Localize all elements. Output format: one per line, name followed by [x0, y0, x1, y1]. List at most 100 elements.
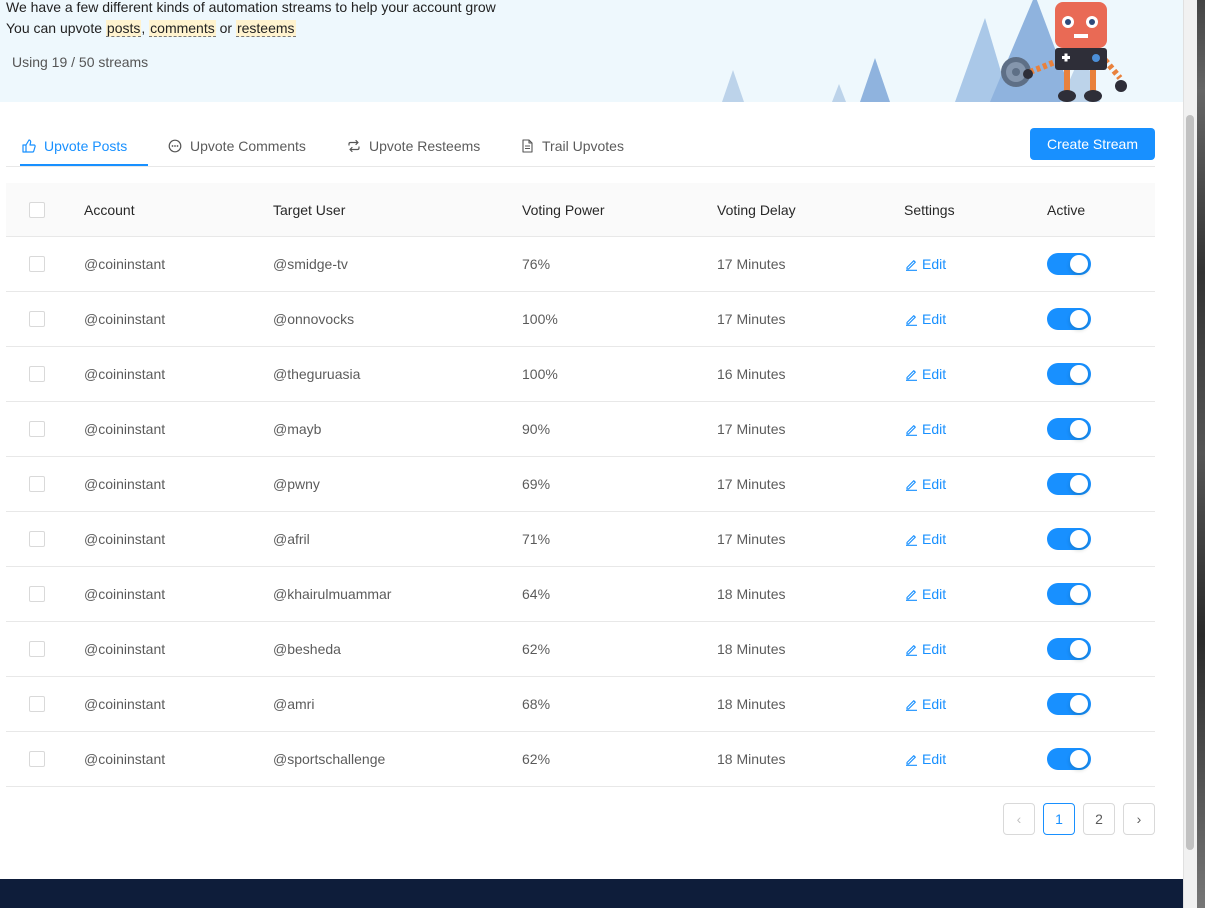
column-header-settings: Settings — [904, 202, 955, 218]
active-tab-indicator — [20, 164, 148, 166]
robot-illustration — [722, 0, 1127, 102]
cell-account: @coininstant — [84, 531, 166, 547]
cell-account: @coininstant — [84, 366, 166, 382]
tab-upvote-resteems[interactable]: Upvote Resteems — [347, 124, 480, 167]
edit-icon — [906, 754, 917, 766]
cell-account: @coininstant — [84, 696, 166, 712]
edit-icon — [906, 314, 917, 326]
table-row: @coininstant @mayb 90% 17 Minutes Edit — [6, 402, 1155, 457]
pagination-page-1[interactable]: 1 — [1043, 803, 1075, 835]
active-toggle[interactable] — [1047, 638, 1091, 660]
banner-description: We have a few different kinds of automat… — [6, 0, 496, 15]
row-checkbox[interactable] — [29, 311, 45, 327]
table-header: Account Target User Voting Power Voting … — [6, 183, 1155, 237]
row-checkbox[interactable] — [29, 696, 45, 712]
active-toggle[interactable] — [1047, 308, 1091, 330]
banner-sep-1: , — [141, 20, 150, 36]
edit-link[interactable]: Edit — [905, 567, 946, 621]
edit-link[interactable]: Edit — [905, 402, 946, 456]
streams-table: Account Target User Voting Power Voting … — [6, 183, 1155, 787]
row-checkbox[interactable] — [29, 586, 45, 602]
tab-upvote-posts[interactable]: Upvote Posts — [22, 124, 127, 167]
column-header-target-user[interactable]: Target User — [273, 183, 345, 237]
cell-target-user: @amri — [273, 696, 315, 712]
row-checkbox[interactable] — [29, 256, 45, 272]
edit-icon — [906, 644, 917, 656]
edit-link[interactable]: Edit — [905, 512, 946, 566]
row-checkbox[interactable] — [29, 421, 45, 437]
edit-label: Edit — [922, 366, 947, 382]
edit-link[interactable]: Edit — [905, 622, 946, 676]
cell-voting-delay: 17 Minutes — [717, 421, 786, 437]
column-header-account[interactable]: Account — [84, 183, 135, 237]
cell-target-user: @mayb — [273, 421, 322, 437]
edit-link[interactable]: Edit — [905, 292, 946, 346]
vertical-scrollbar-thumb[interactable] — [1186, 115, 1194, 850]
cell-account: @coininstant — [84, 311, 166, 327]
edit-label: Edit — [922, 476, 947, 492]
edit-link[interactable]: Edit — [905, 347, 946, 401]
cell-target-user: @theguruasia — [273, 366, 361, 382]
edit-label: Edit — [922, 421, 947, 437]
cell-account: @coininstant — [84, 641, 166, 657]
cell-target-user: @khairulmuammar — [273, 586, 392, 602]
file-icon — [522, 138, 533, 153]
retweet-icon — [348, 139, 360, 152]
edit-label: Edit — [922, 311, 947, 327]
cell-account: @coininstant — [84, 751, 166, 767]
intro-banner: We have a few different kinds of automat… — [0, 0, 1183, 102]
cell-account: @coininstant — [84, 421, 166, 437]
row-checkbox[interactable] — [29, 476, 45, 492]
cell-voting-power: 64% — [522, 586, 551, 602]
row-checkbox[interactable] — [29, 751, 45, 767]
table-row: @coininstant @smidge-tv 76% 17 Minutes Edit — [6, 237, 1155, 292]
banner-sep-2: or — [215, 20, 236, 36]
table-row: @coininstant @amri 68% 18 Minutes Edit — [6, 677, 1155, 732]
row-checkbox[interactable] — [29, 641, 45, 657]
cell-voting-delay: 18 Minutes — [717, 751, 786, 767]
active-toggle[interactable] — [1047, 473, 1091, 495]
tab-upvote-comments[interactable]: Upvote Comments — [168, 124, 306, 167]
tab-label: Trail Upvotes — [542, 137, 624, 154]
edit-icon — [906, 369, 917, 381]
cell-account: @coininstant — [84, 586, 166, 602]
table-row: @coininstant @sportschallenge 62% 18 Minute… — [6, 732, 1155, 787]
active-toggle[interactable] — [1047, 418, 1091, 440]
pagination-next-button[interactable]: › — [1123, 803, 1155, 835]
cell-voting-delay: 16 Minutes — [717, 366, 786, 382]
row-checkbox[interactable] — [29, 531, 45, 547]
cell-target-user: @onnovocks — [273, 311, 355, 327]
active-toggle[interactable] — [1047, 528, 1091, 550]
edit-link[interactable]: Edit — [905, 677, 946, 731]
active-toggle[interactable] — [1047, 363, 1091, 385]
edit-label: Edit — [922, 751, 947, 767]
edit-icon — [906, 534, 917, 546]
create-stream-button[interactable]: Create Stream — [1030, 128, 1155, 160]
active-toggle[interactable] — [1047, 693, 1091, 715]
column-header-voting-power[interactable]: Voting Power — [522, 183, 605, 237]
table-row: @coininstant @onnovocks 100% 17 Minutes Edit — [6, 292, 1155, 347]
edit-link[interactable]: Edit — [905, 732, 946, 786]
cell-voting-delay: 18 Minutes — [717, 696, 786, 712]
select-all-checkbox[interactable] — [29, 202, 45, 218]
cell-voting-delay: 17 Minutes — [717, 311, 786, 327]
row-checkbox[interactable] — [29, 366, 45, 382]
tab-trail-upvotes[interactable]: Trail Upvotes — [520, 124, 624, 167]
table-row: @coininstant @pwny 69% 17 Minutes Edit — [6, 457, 1155, 512]
pagination-page-2[interactable]: 2 — [1083, 803, 1115, 835]
active-toggle[interactable] — [1047, 748, 1091, 770]
edit-icon — [906, 479, 917, 491]
active-toggle[interactable] — [1047, 583, 1091, 605]
stream-type-tabs: Upvote Posts Upvote Comments Upvote Rest… — [6, 124, 1155, 167]
tab-label: Upvote Posts — [44, 137, 128, 154]
edit-link[interactable]: Edit — [905, 457, 946, 511]
cell-target-user: @sportschallenge — [273, 751, 386, 767]
active-toggle[interactable] — [1047, 253, 1091, 275]
cell-target-user: @afril — [273, 531, 310, 547]
pagination-prev-button[interactable]: ‹ — [1003, 803, 1035, 835]
edit-label: Edit — [922, 696, 947, 712]
cell-voting-power: 62% — [522, 751, 551, 767]
edit-link[interactable]: Edit — [905, 237, 946, 291]
cell-voting-power: 69% — [522, 476, 551, 492]
column-header-voting-delay[interactable]: Voting Delay — [717, 183, 796, 237]
